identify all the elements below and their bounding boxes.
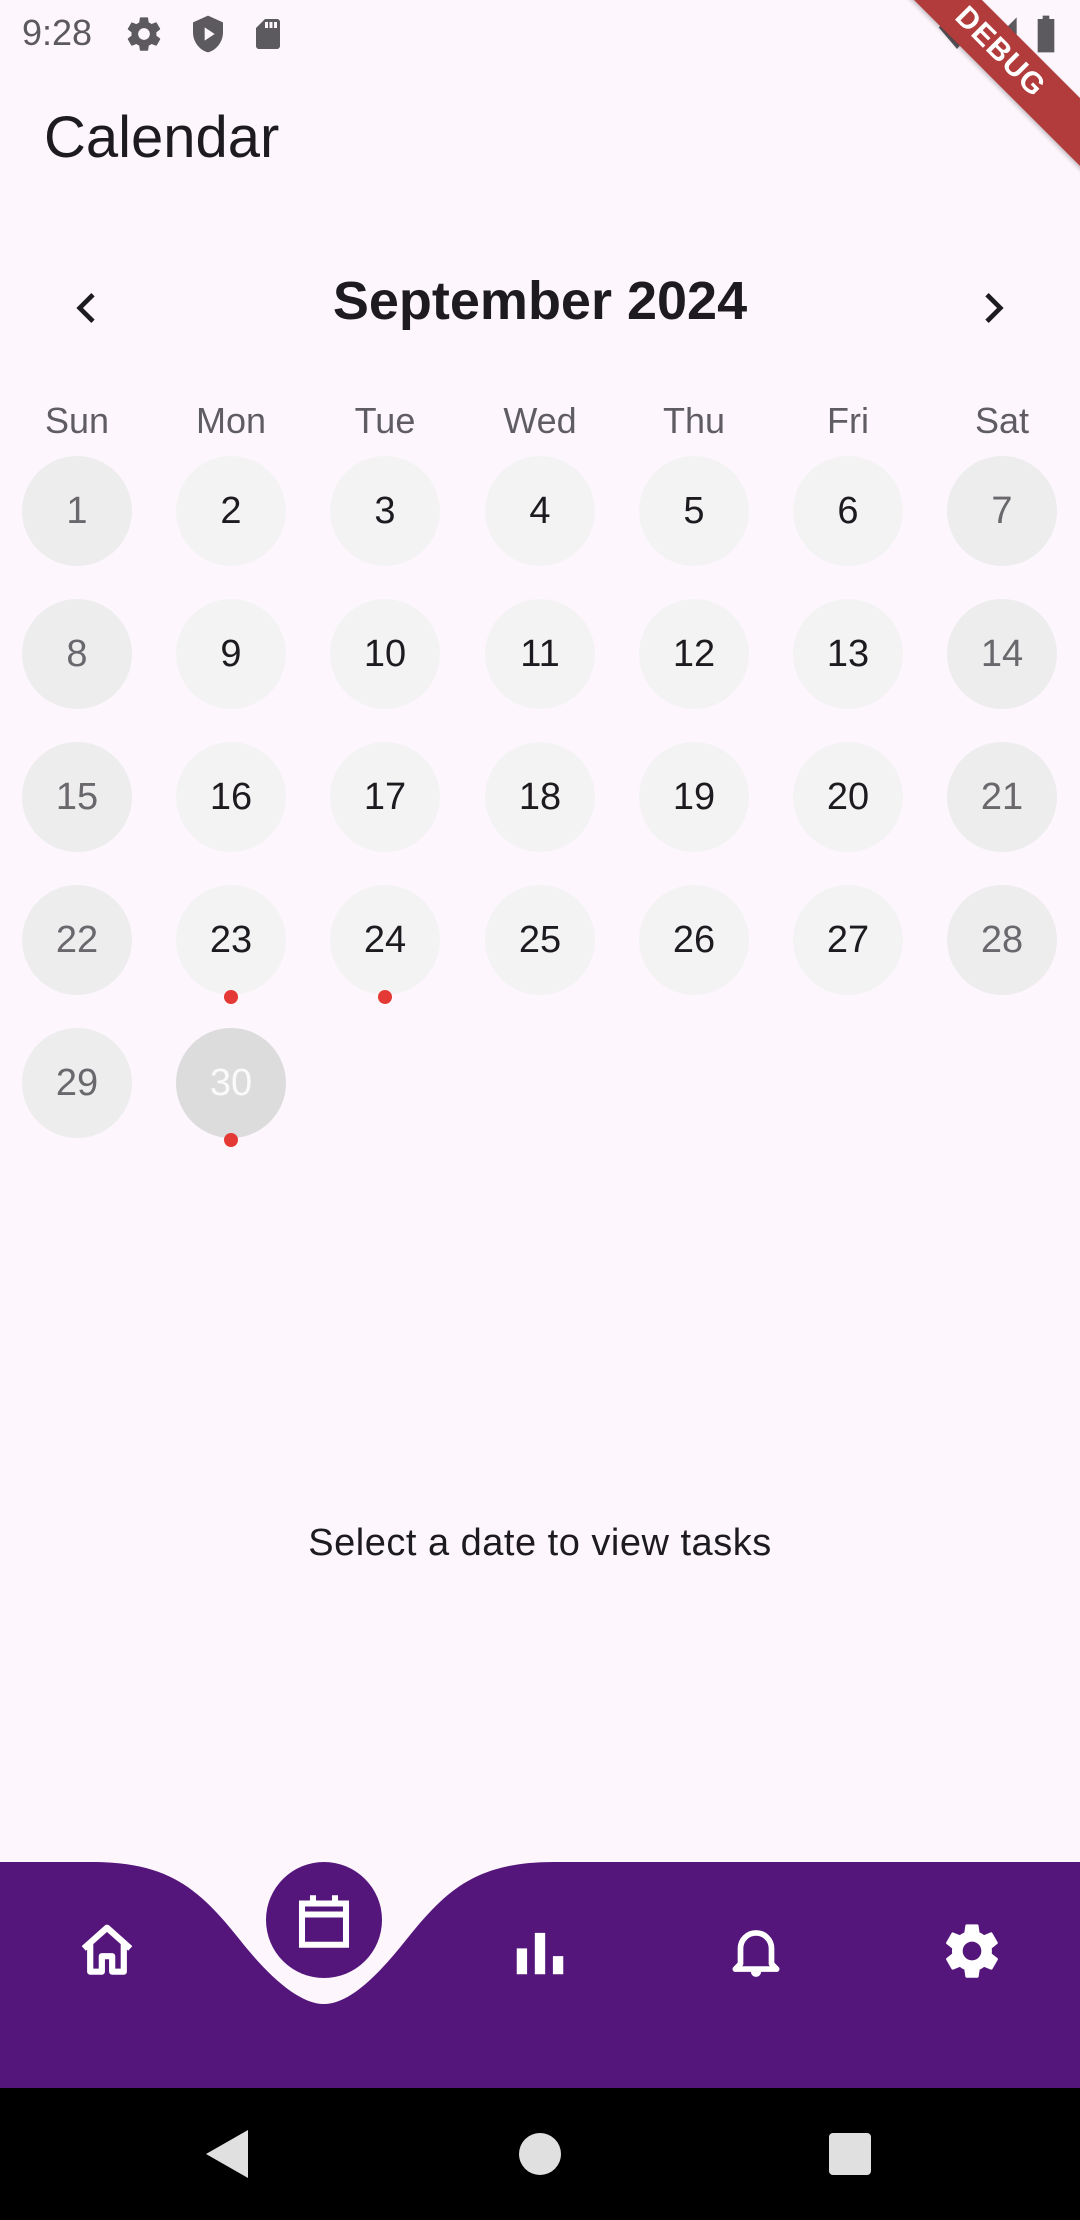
nav-statistics[interactable] [485,1896,595,2006]
calendar-day[interactable]: 3 [330,456,440,566]
calendar-day[interactable]: 26 [639,885,749,995]
calendar-day[interactable]: 6 [793,456,903,566]
weekday-label: Mon [195,400,267,441]
calendar-day[interactable]: 17 [330,742,440,852]
home-circle-icon[interactable] [518,2132,562,2176]
empty-state-message: Select a date to view tasks [308,1522,772,1564]
calendar-day[interactable]: 27 [793,885,903,995]
calendar-day[interactable]: 20 [793,742,903,852]
month-title: September 2024 [332,271,748,331]
weekday-label: Thu [662,400,726,441]
calendar-day[interactable]: 15 [22,742,132,852]
calendar-day[interactable]: 8 [22,599,132,709]
calendar-day[interactable]: 23 [176,885,286,995]
weekday-label: Tue [354,400,416,441]
calendar-day[interactable]: 19 [639,742,749,852]
weekday-label: Wed [503,400,577,441]
sd-card-icon [250,14,286,59]
calendar-day[interactable]: 1 [22,456,132,566]
calendar-day[interactable]: 28 [947,885,1057,995]
settings-icon [124,14,164,59]
settings-icon [946,1924,998,1978]
task-indicator-dot [224,1133,238,1147]
shield-icon [188,14,228,59]
calendar-day[interactable]: 25 [485,885,595,995]
calendar-day[interactable]: 11 [485,599,595,709]
bar-chart-icon [516,1932,564,1975]
battery-icon [1034,14,1058,59]
status-bar: 9:28 [0,0,1080,66]
next-month-button[interactable] [962,278,1022,338]
nav-home[interactable] [52,1896,162,2006]
calendar-day[interactable]: 10 [330,599,440,709]
chevron-right-icon [985,293,1004,323]
back-icon[interactable] [204,2128,250,2180]
calendar-day[interactable]: 13 [793,599,903,709]
weekday-label: Sat [974,400,1030,441]
task-indicator-dot [224,990,238,1004]
nav-notifications[interactable] [701,1896,811,2006]
task-indicator-dot [378,990,392,1004]
nav-settings[interactable] [917,1896,1027,2006]
calendar-day[interactable]: 14 [947,599,1057,709]
calendar-day[interactable]: 16 [176,742,286,852]
weekday-label: Fri [827,400,869,441]
calendar-day[interactable]: 7 [947,456,1057,566]
calendar-day[interactable]: 2 [176,456,286,566]
recents-icon[interactable] [828,2132,872,2176]
weekday-label: Sun [44,400,110,441]
system-nav-bar [0,2088,1080,2220]
home-icon [81,1924,133,1975]
calendar-day[interactable]: 9 [176,599,286,709]
page-title: Calendar [44,105,280,170]
calendar-day[interactable]: 21 [947,742,1057,852]
status-time: 9:28 [22,12,93,53]
calendar-day[interactable]: 18 [485,742,595,852]
calendar-day[interactable]: 22 [22,885,132,995]
bell-icon [732,1930,780,1977]
calendar-day[interactable]: 30 [176,1028,286,1138]
calendar-day[interactable]: 4 [485,456,595,566]
calendar-day[interactable]: 24 [330,885,440,995]
calendar-day[interactable]: 5 [639,456,749,566]
calendar-day[interactable]: 12 [639,599,749,709]
nav-calendar[interactable] [266,1862,382,1978]
calendar-icon [298,1895,350,1948]
calendar-day[interactable]: 29 [22,1028,132,1138]
